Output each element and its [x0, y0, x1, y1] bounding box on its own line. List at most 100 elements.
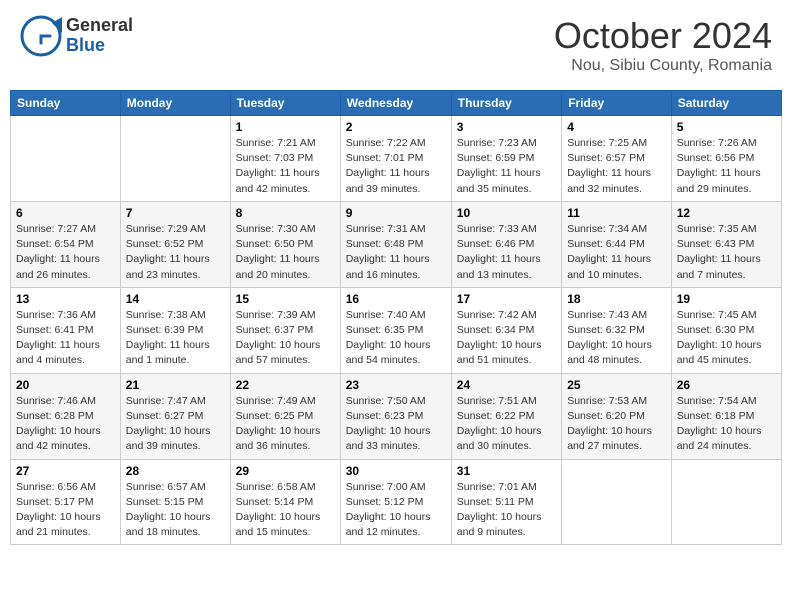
day-info: Sunrise: 7:25 AMSunset: 6:57 PMDaylight:…: [567, 136, 666, 197]
weekday-header: Tuesday: [230, 91, 340, 116]
calendar-cell: 12 Sunrise: 7:35 AMSunset: 6:43 PMDayligh…: [671, 201, 781, 287]
calendar-cell: 7 Sunrise: 7:29 AMSunset: 6:52 PMDaylight…: [120, 201, 230, 287]
calendar-cell: 27Sunrise: 6:56 AMSunset: 5:17 PMDayligh…: [11, 459, 121, 545]
day-info: Sunrise: 7:30 AMSunset: 6:50 PMDaylight:…: [236, 222, 335, 283]
day-info: Sunrise: 7:54 AMSunset: 6:18 PMDaylight:…: [677, 394, 776, 455]
day-number: 27: [16, 464, 115, 478]
calendar-cell: 21 Sunrise: 7:47 AMSunset: 6:27 PMDayligh…: [120, 373, 230, 459]
day-info: Sunrise: 7:46 AMSunset: 6:28 PMDaylight:…: [16, 394, 115, 455]
calendar-cell: 25 Sunrise: 7:53 AMSunset: 6:20 PMDayligh…: [562, 373, 672, 459]
day-info: Sunrise: 7:35 AMSunset: 6:43 PMDaylight:…: [677, 222, 776, 283]
day-number: 18: [567, 292, 666, 306]
weekday-header: Sunday: [11, 91, 121, 116]
calendar-cell: 13 Sunrise: 7:36 AMSunset: 6:41 PMDayligh…: [11, 287, 121, 373]
day-number: 11: [567, 206, 666, 220]
day-number: 24: [457, 378, 556, 392]
calendar-cell: 5Sunrise: 7:26 AMSunset: 6:56 PMDaylight…: [671, 116, 781, 202]
calendar-cell: 11Sunrise: 7:34 AMSunset: 6:44 PMDayligh…: [562, 201, 672, 287]
day-info: Sunrise: 7:36 AMSunset: 6:41 PMDaylight:…: [16, 308, 115, 369]
day-number: 6: [16, 206, 115, 220]
calendar-cell: 10 Sunrise: 7:33 AMSunset: 6:46 PMDayligh…: [451, 201, 561, 287]
day-number: 21: [126, 378, 225, 392]
day-number: 20: [16, 378, 115, 392]
calendar-cell: 3 Sunrise: 7:23 AMSunset: 6:59 PMDaylight…: [451, 116, 561, 202]
day-number: 7: [126, 206, 225, 220]
calendar-cell: [562, 459, 672, 545]
day-info: Sunrise: 7:47 AMSunset: 6:27 PMDaylight:…: [126, 394, 225, 455]
calendar-cell: 28 Sunrise: 6:57 AMSunset: 5:15 PMDayligh…: [120, 459, 230, 545]
day-info: Sunrise: 7:29 AMSunset: 6:52 PMDaylight:…: [126, 222, 225, 283]
day-number: 25: [567, 378, 666, 392]
calendar-cell: 15 Sunrise: 7:39 AMSunset: 6:37 PMDayligh…: [230, 287, 340, 373]
day-number: 26: [677, 378, 776, 392]
day-info: Sunrise: 6:57 AMSunset: 5:15 PMDaylight:…: [126, 480, 225, 541]
day-info: Sunrise: 7:27 AMSunset: 6:54 PMDaylight:…: [16, 222, 115, 283]
calendar-cell: 19Sunrise: 7:45 AMSunset: 6:30 PMDayligh…: [671, 287, 781, 373]
day-info: Sunrise: 7:53 AMSunset: 6:20 PMDaylight:…: [567, 394, 666, 455]
calendar-week-row: 20 Sunrise: 7:46 AMSunset: 6:28 PMDayligh…: [11, 373, 782, 459]
calendar-week-row: 27Sunrise: 6:56 AMSunset: 5:17 PMDayligh…: [11, 459, 782, 545]
day-number: 17: [457, 292, 556, 306]
logo-text: General Blue: [66, 16, 133, 56]
calendar-cell: 17 Sunrise: 7:42 AMSunset: 6:34 PMDayligh…: [451, 287, 561, 373]
calendar-cell: 23 Sunrise: 7:50 AMSunset: 6:23 PMDayligh…: [340, 373, 451, 459]
calendar-cell: 8Sunrise: 7:30 AMSunset: 6:50 PMDaylight…: [230, 201, 340, 287]
calendar-cell: 2Sunrise: 7:22 AMSunset: 7:01 PMDaylight…: [340, 116, 451, 202]
month-title: October 2024: [554, 15, 772, 57]
calendar-header-row: SundayMondayTuesdayWednesdayThursdayFrid…: [11, 91, 782, 116]
day-info: Sunrise: 7:42 AMSunset: 6:34 PMDaylight:…: [457, 308, 556, 369]
calendar-cell: [671, 459, 781, 545]
day-number: 14: [126, 292, 225, 306]
logo: General Blue: [20, 15, 133, 57]
day-number: 15: [236, 292, 335, 306]
day-info: Sunrise: 7:23 AMSunset: 6:59 PMDaylight:…: [457, 136, 556, 197]
weekday-header: Thursday: [451, 91, 561, 116]
calendar-cell: 14 Sunrise: 7:38 AMSunset: 6:39 PMDayligh…: [120, 287, 230, 373]
day-info: Sunrise: 7:00 AMSunset: 5:12 PMDaylight:…: [346, 480, 446, 541]
calendar-week-row: 13 Sunrise: 7:36 AMSunset: 6:41 PMDayligh…: [11, 287, 782, 373]
weekday-header: Saturday: [671, 91, 781, 116]
day-number: 3: [457, 120, 556, 134]
calendar-cell: 31 Sunrise: 7:01 AMSunset: 5:11 PMDayligh…: [451, 459, 561, 545]
weekday-header: Monday: [120, 91, 230, 116]
calendar-cell: [120, 116, 230, 202]
calendar-cell: 20 Sunrise: 7:46 AMSunset: 6:28 PMDayligh…: [11, 373, 121, 459]
day-number: 28: [126, 464, 225, 478]
calendar-week-row: 1 Sunrise: 7:21 AMSunset: 7:03 PMDaylight…: [11, 116, 782, 202]
day-number: 12: [677, 206, 776, 220]
day-number: 31: [457, 464, 556, 478]
day-info: Sunrise: 7:50 AMSunset: 6:23 PMDaylight:…: [346, 394, 446, 455]
day-info: Sunrise: 7:33 AMSunset: 6:46 PMDaylight:…: [457, 222, 556, 283]
logo-icon: [20, 15, 62, 57]
calendar-cell: 22Sunrise: 7:49 AMSunset: 6:25 PMDayligh…: [230, 373, 340, 459]
calendar-cell: 9 Sunrise: 7:31 AMSunset: 6:48 PMDaylight…: [340, 201, 451, 287]
day-number: 2: [346, 120, 446, 134]
day-number: 10: [457, 206, 556, 220]
day-info: Sunrise: 7:01 AMSunset: 5:11 PMDaylight:…: [457, 480, 556, 541]
calendar-cell: 18 Sunrise: 7:43 AMSunset: 6:32 PMDayligh…: [562, 287, 672, 373]
weekday-header: Friday: [562, 91, 672, 116]
calendar-cell: [11, 116, 121, 202]
day-info: Sunrise: 7:21 AMSunset: 7:03 PMDaylight:…: [236, 136, 335, 197]
day-number: 23: [346, 378, 446, 392]
day-info: Sunrise: 7:43 AMSunset: 6:32 PMDaylight:…: [567, 308, 666, 369]
day-number: 9: [346, 206, 446, 220]
day-number: 30: [346, 464, 446, 478]
day-number: 13: [16, 292, 115, 306]
calendar-cell: 4Sunrise: 7:25 AMSunset: 6:57 PMDaylight…: [562, 116, 672, 202]
calendar-table: SundayMondayTuesdayWednesdayThursdayFrid…: [10, 90, 782, 545]
day-number: 5: [677, 120, 776, 134]
day-number: 22: [236, 378, 335, 392]
calendar-cell: 30 Sunrise: 7:00 AMSunset: 5:12 PMDayligh…: [340, 459, 451, 545]
weekday-header: Wednesday: [340, 91, 451, 116]
day-info: Sunrise: 7:38 AMSunset: 6:39 PMDaylight:…: [126, 308, 225, 369]
day-number: 1: [236, 120, 335, 134]
day-number: 29: [236, 464, 335, 478]
day-info: Sunrise: 7:40 AMSunset: 6:35 PMDaylight:…: [346, 308, 446, 369]
day-info: Sunrise: 7:39 AMSunset: 6:37 PMDaylight:…: [236, 308, 335, 369]
title-block: October 2024 Nou, Sibiu County, Romania: [554, 15, 772, 75]
logo-blue: Blue: [66, 36, 133, 56]
calendar-cell: 6 Sunrise: 7:27 AMSunset: 6:54 PMDaylight…: [11, 201, 121, 287]
page-header: General Blue October 2024 Nou, Sibiu Cou…: [10, 10, 782, 80]
day-info: Sunrise: 7:31 AMSunset: 6:48 PMDaylight:…: [346, 222, 446, 283]
